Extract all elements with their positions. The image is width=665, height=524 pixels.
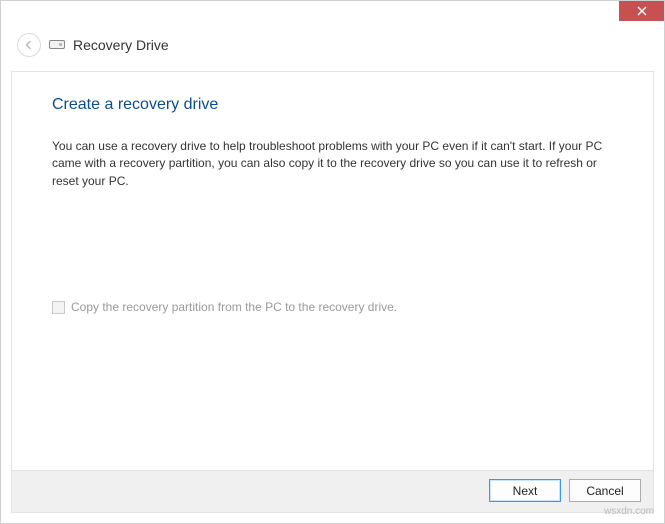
wizard-body-wrap: Create a recovery drive You can use a re…: [1, 71, 664, 523]
checkbox-box: [52, 301, 65, 314]
window-title: Recovery Drive: [73, 37, 169, 53]
content-frame: Create a recovery drive You can use a re…: [11, 71, 654, 471]
wizard-window: Recovery Drive Create a recovery drive Y…: [0, 0, 665, 524]
back-button: [17, 33, 41, 57]
header: Recovery Drive: [1, 29, 664, 71]
titlebar: [1, 1, 664, 29]
cancel-button[interactable]: Cancel: [569, 479, 641, 502]
footer: Next Cancel: [11, 471, 654, 513]
page-heading: Create a recovery drive: [52, 96, 615, 114]
next-button[interactable]: Next: [489, 479, 561, 502]
copy-partition-checkbox: Copy the recovery partition from the PC …: [52, 300, 615, 314]
close-icon: [637, 6, 647, 16]
close-button[interactable]: [619, 1, 664, 21]
page-body-text: You can use a recovery drive to help tro…: [52, 138, 612, 190]
checkbox-label: Copy the recovery partition from the PC …: [71, 300, 397, 314]
arrow-left-icon: [23, 39, 35, 51]
drive-icon: [49, 40, 65, 50]
